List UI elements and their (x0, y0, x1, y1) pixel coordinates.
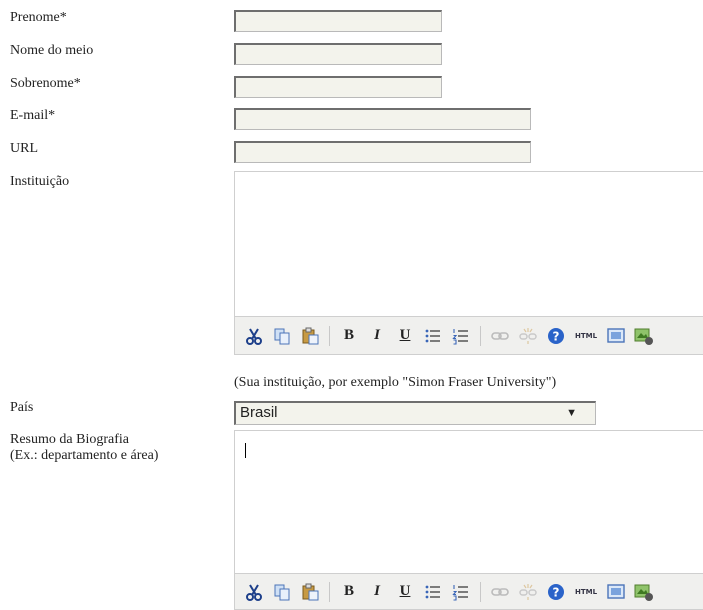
paste-icon[interactable] (299, 581, 321, 603)
paste-icon[interactable] (299, 325, 321, 347)
unlink-icon[interactable] (517, 581, 539, 603)
help-icon[interactable]: ? (545, 581, 567, 603)
italic-glyph: I (374, 583, 380, 599)
middle-name-label: Nome do meio (10, 43, 94, 58)
first-name-label: Prenome* (10, 10, 67, 25)
country-select-value: Brasil (240, 404, 278, 421)
cut-icon[interactable] (243, 581, 265, 603)
bold-icon[interactable]: B (338, 325, 360, 347)
underline-glyph: U (399, 327, 411, 343)
toolbar-separator (329, 581, 330, 602)
unlink-icon[interactable] (517, 325, 539, 347)
fullscreen-icon[interactable] (605, 325, 627, 347)
bold-glyph: B (343, 583, 354, 599)
text-caret (245, 443, 246, 458)
html-icon[interactable]: HTML (573, 325, 599, 347)
italic-glyph: I (374, 327, 380, 343)
link-icon[interactable] (489, 325, 511, 347)
institution-editor[interactable] (234, 171, 703, 317)
toolbar-separator (480, 581, 481, 602)
html-glyph: HTML (574, 331, 598, 340)
email-input[interactable] (234, 108, 531, 130)
last-name-input[interactable] (234, 76, 442, 98)
bold-glyph: B (343, 327, 354, 343)
bio-label: Resumo da Biografia (Ex.: departamento e… (10, 432, 158, 464)
email-label: E-mail* (10, 108, 56, 123)
dropdown-arrow-icon: ▼ (566, 407, 577, 419)
url-label: URL (10, 141, 38, 156)
institution-label: Instituição (10, 174, 70, 189)
institution-hint: (Sua instituição, por exemplo "Simon Fra… (234, 375, 557, 390)
toolbar-separator (480, 325, 481, 346)
image-icon[interactable] (633, 325, 655, 347)
cut-icon[interactable] (243, 325, 265, 347)
toolbar-separator (329, 325, 330, 346)
middle-name-input[interactable] (234, 43, 442, 65)
italic-icon[interactable]: I (366, 581, 388, 603)
copy-icon[interactable] (271, 325, 293, 347)
bio-label-line1: Resumo da Biografia (10, 432, 129, 447)
underline-icon[interactable]: U (394, 581, 416, 603)
html-glyph: HTML (574, 587, 598, 596)
numbered-list-icon[interactable] (450, 581, 472, 603)
svg-text:?: ? (553, 329, 560, 343)
svg-text:?: ? (553, 585, 560, 599)
bullet-list-icon[interactable] (422, 581, 444, 603)
bio-editor[interactable] (234, 430, 703, 574)
bio-editor-toolbar: B I U ? HTML (234, 574, 703, 610)
underline-icon[interactable]: U (394, 325, 416, 347)
underline-glyph: U (399, 583, 411, 599)
last-name-label: Sobrenome* (10, 76, 81, 91)
first-name-input[interactable] (234, 10, 442, 32)
institution-editor-toolbar: B I U ? HTML (234, 317, 703, 355)
html-icon[interactable]: HTML (573, 581, 599, 603)
link-icon[interactable] (489, 581, 511, 603)
fullscreen-icon[interactable] (605, 581, 627, 603)
country-label: País (10, 400, 34, 415)
copy-icon[interactable] (271, 581, 293, 603)
help-icon[interactable]: ? (545, 325, 567, 347)
italic-icon[interactable]: I (366, 325, 388, 347)
numbered-list-icon[interactable] (450, 325, 472, 347)
country-select[interactable]: Brasil ▼ (234, 401, 596, 425)
bold-icon[interactable]: B (338, 581, 360, 603)
bio-label-line2: (Ex.: departamento e área) (10, 448, 159, 463)
bullet-list-icon[interactable] (422, 325, 444, 347)
url-input[interactable] (234, 141, 531, 163)
image-icon[interactable] (633, 581, 655, 603)
